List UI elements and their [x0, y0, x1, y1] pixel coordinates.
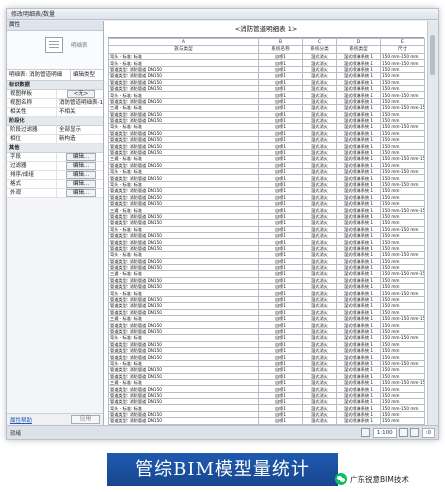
table-cell[interactable]: 150 mm-150 mm [380, 334, 425, 342]
table-cell[interactable]: A [108, 38, 259, 46]
property-edit-button[interactable]: 编辑... [65, 162, 97, 170]
table-cell[interactable]: 150 mm-150 mm [380, 123, 425, 131]
property-key: 相关性 [7, 108, 57, 116]
property-row: 相位 新构造 [7, 135, 103, 144]
table-cell[interactable]: 150 mm-150 mm [380, 251, 425, 259]
table-cell[interactable]: 150 mm-150 mm [380, 404, 425, 412]
window-title: 修改明细表/数量 [7, 9, 438, 20]
property-key: 排序/成组 [7, 171, 57, 179]
table-cell[interactable]: 150 mm-150 mm-150 mm [380, 314, 425, 323]
type-name: 明细表 [71, 43, 88, 49]
property-key: 阶段过滤器 [7, 126, 57, 134]
property-key: 过滤器 [7, 162, 57, 170]
properties-help-link[interactable]: 属性帮助 [10, 416, 32, 424]
property-value[interactable]: 新构造 [57, 135, 103, 143]
column-header-row[interactable]: 族与类型 系统名称 系统分类 系统类型 尺寸 [108, 45, 425, 54]
table-cell[interactable]: B [258, 38, 303, 46]
revit-window: 修改明细表/数量 属性 明细表 明细表: 消防管道明细 编辑类型 标识数据 视图样… [6, 8, 439, 440]
property-value[interactable]: 编辑... [57, 189, 103, 197]
property-value[interactable]: 编辑... [57, 171, 103, 179]
vertical-scrollbar[interactable] [427, 21, 438, 425]
table-cell[interactable]: 150 mm-150 mm [380, 289, 425, 297]
property-edit-button[interactable]: 编辑... [65, 189, 97, 197]
status-bar: 就绪 1:100 :0 [7, 425, 438, 439]
property-edit-button[interactable]: 编辑... [65, 153, 97, 161]
table-cell[interactable]: 系统类型 [336, 45, 381, 54]
scrollbar-thumb[interactable] [430, 35, 435, 75]
property-group-header[interactable]: 阶段化 [7, 117, 103, 126]
property-value[interactable]: 编辑... [57, 153, 103, 161]
schedule-icon [45, 37, 63, 53]
property-value[interactable]: 编辑... [57, 162, 103, 170]
table-cell[interactable]: 150 mm-150 mm [380, 91, 425, 99]
schedule-title: <消防管道明细表 1> [108, 21, 424, 38]
properties-header: 属性 [7, 21, 103, 31]
property-group-header[interactable]: 其他 [7, 144, 103, 153]
property-key: 相位 [7, 135, 57, 143]
visual-style-icon[interactable] [409, 428, 419, 437]
filter-count[interactable]: :0 [421, 427, 435, 438]
table-cell[interactable]: 150 mm-150 mm [380, 52, 425, 61]
property-key: 外观 [7, 189, 57, 197]
table-cell[interactable]: 系统分类 [302, 45, 337, 54]
column-letter-row[interactable]: ABCDE [108, 38, 425, 46]
table-cell[interactable]: 150 mm-150 mm-150 mm [380, 378, 425, 387]
property-row: 字段 编辑... [7, 153, 103, 162]
property-row: 外观 编辑... [7, 189, 103, 198]
property-key: 视图名称 [7, 99, 57, 107]
brand-badge: 广东锐意BIM技术 [335, 471, 409, 487]
property-row: 阶段过滤器 全部显示 [7, 126, 103, 135]
table-cell[interactable]: 系统名称 [258, 45, 303, 54]
property-value[interactable]: 不相关 [57, 108, 103, 116]
table-cell[interactable]: 150 mm-150 mm-150 mm [380, 270, 425, 278]
property-key: 格式 [7, 180, 57, 188]
property-key: 视图样板 [7, 90, 57, 98]
table-cell[interactable]: 150 mm-150 mm [380, 59, 425, 67]
table-cell[interactable]: 150 mm-150 mm [380, 359, 425, 368]
property-row: 视图名称 消防管道明细表-1 [7, 99, 103, 108]
schedule-view: <消防管道明细表 1> A B C D E 族与类型 系统名称 系统分类 系统类型 尺寸 弯头 - … [104, 21, 428, 425]
property-row: 过滤器 编辑... [7, 162, 103, 171]
property-value[interactable]: 编辑... [57, 180, 103, 188]
table-cell[interactable]: 尺寸 [380, 45, 425, 54]
schedule-table: A B C D E 族与类型 系统名称 系统分类 系统类型 尺寸 弯头 - 标准: 标准 自喷1 湿式消… [108, 38, 425, 425]
instance-selector-value[interactable]: 明细表: 消防管道明细 [7, 70, 70, 80]
table-cell[interactable]: C [302, 38, 337, 46]
apply-button[interactable]: 应用 [70, 415, 100, 424]
table-cell[interactable]: 150 mm-150 mm [380, 225, 425, 233]
wechat-icon [335, 473, 347, 485]
table-cell[interactable]: 150 mm-150 mm [380, 180, 425, 189]
detail-level-icon[interactable] [398, 428, 408, 437]
table-cell[interactable]: 150 mm-150 mm-150 mm [380, 206, 425, 214]
property-group-header[interactable]: 标识数据 [7, 81, 103, 90]
properties-panel: 属性 明细表 明细表: 消防管道明细 编辑类型 标识数据 视图样板 <无> 视图名称消… [7, 21, 104, 425]
property-edit-button[interactable]: 编辑... [65, 180, 97, 188]
property-row: 排序/成组 编辑... [7, 171, 103, 180]
type-preview: 明细表 [7, 31, 103, 70]
table-cell[interactable]: E [380, 38, 425, 46]
workset-icon[interactable] [360, 428, 370, 437]
property-row: 相关性 不相关 [7, 108, 103, 117]
property-key: 字段 [7, 153, 57, 161]
property-value[interactable]: <无> [57, 90, 103, 98]
table-cell[interactable]: 150 mm-150 mm [380, 167, 425, 176]
caption-banner: 管综BIM模型量统计 [107, 453, 338, 486]
status-text: 就绪 [10, 430, 22, 437]
property-edit-button[interactable]: 编辑... [65, 171, 97, 179]
properties-footer: 属性帮助 应用 [7, 413, 103, 425]
property-value[interactable]: 消防管道明细表-1 [57, 99, 103, 107]
scale-box[interactable]: 1:100 [372, 427, 397, 438]
table-cell[interactable]: 150 mm-150 mm-150 mm [380, 155, 425, 163]
property-groups: 标识数据 视图样板 <无> 视图名称 消防管道明细表-1 相关性 不相关 阶段化 阶段过滤器 全部… [7, 81, 103, 198]
property-edit-button[interactable]: <无> [66, 90, 96, 98]
edit-type-button[interactable]: 编辑类型 [70, 70, 103, 80]
table-cell[interactable]: 族与类型 [108, 45, 259, 54]
property-row: 视图样板 <无> [7, 90, 103, 99]
table-cell[interactable]: D [336, 38, 381, 46]
property-row: 格式 编辑... [7, 180, 103, 189]
table-cell[interactable]: 150 mm-150 mm-150 mm [380, 104, 425, 112]
brand-name: 广东锐意BIM技术 [350, 474, 409, 484]
property-value[interactable]: 全部显示 [57, 126, 103, 134]
instance-selector[interactable]: 明细表: 消防管道明细 编辑类型 [7, 70, 103, 81]
